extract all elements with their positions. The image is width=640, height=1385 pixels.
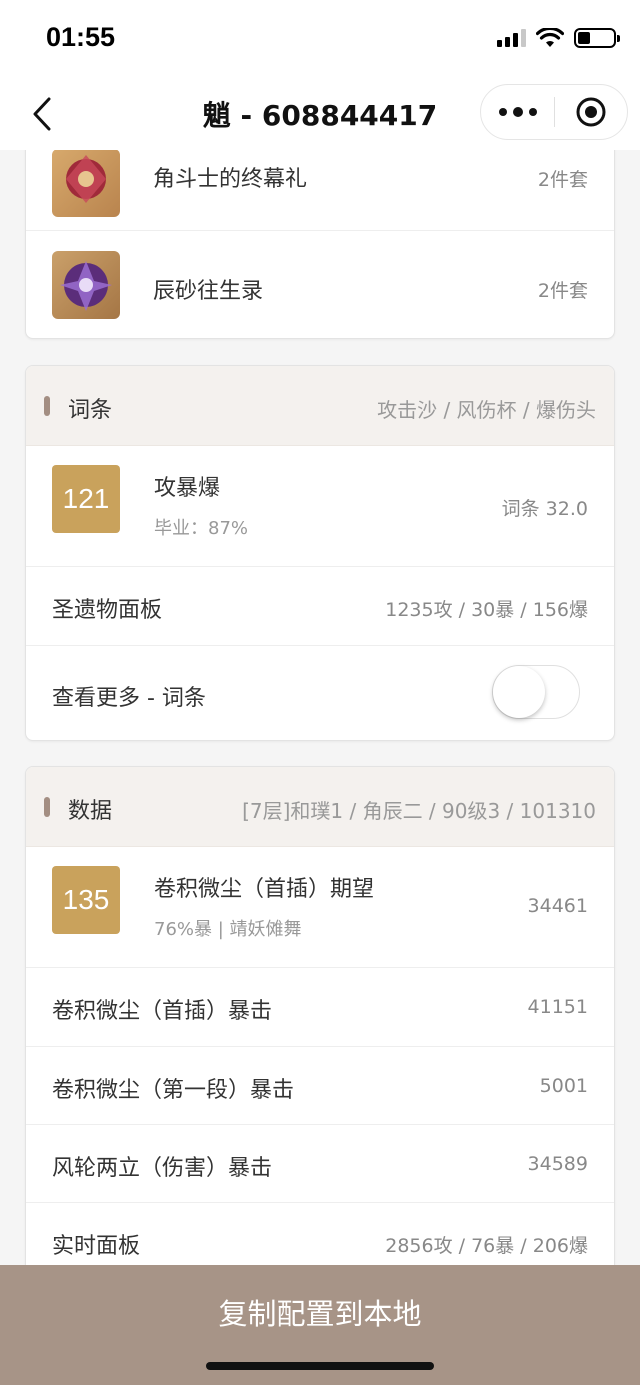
miniprogram-capsule [480,84,628,140]
panel-row: 圣遗物面板 1235攻 / 30暴 / 156爆 [26,567,614,646]
data-row: 卷积微尘（第一段）暴击 5001 [26,1047,614,1125]
card-summary: [7层]和璞1 / 角辰二 / 90级3 / 101310 [242,799,596,823]
card-title: 词条 [68,398,113,423]
substats-card: 词条 攻击沙 / 风伤杯 / 爆伤头 121 攻暴爆 毕业：87% 词条 32.… [25,365,615,741]
set-name: 辰砂往生录 [153,279,264,304]
score-sub-label: 76%暴 | 靖妖傩舞 [154,919,302,940]
wifi-icon [536,28,564,47]
data-row: 风轮两立（伤害）暴击 34589 [26,1125,614,1203]
more-row: 查看更多 - 词条 [26,646,614,740]
card-header: 数据 [7层]和璞1 / 角辰二 / 90级3 / 101310 [26,767,614,847]
data-row-label: 卷积微尘（第一段）暴击 [52,1078,295,1103]
battery-icon [574,28,620,48]
card-header: 词条 攻击沙 / 风伤杯 / 爆伤头 [26,366,614,446]
set-name: 角斗士的终幕礼 [153,167,308,192]
gladiator-artifact-icon [52,150,120,217]
card-summary: 攻击沙 / 风伤杯 / 爆伤头 [377,398,596,422]
card-title: 数据 [68,799,113,824]
score-value: 词条 32.0 [501,498,588,520]
set-row[interactable]: 辰砂往生录 2件套 [26,231,614,338]
set-count: 2件套 [537,169,588,191]
status-bar: 01:55 [0,0,640,78]
set-row[interactable]: 角斗士的终幕礼 2件套 [26,150,614,231]
toggle-knob [493,666,545,718]
score-main-label: 攻暴爆 [154,476,221,501]
panel-label: 圣遗物面板 [52,598,163,623]
data-row: 实时面板 2856攻 / 76暴 / 206爆 [26,1203,614,1265]
cinnabar-artifact-icon [52,251,120,319]
data-row-value: 41151 [527,996,588,1018]
score-badge: 135 [52,866,120,934]
data-card: 数据 [7层]和璞1 / 角辰二 / 90级3 / 101310 135 卷积微… [25,766,615,1265]
score-value: 34461 [527,895,588,917]
bottom-action-bar: 复制配置到本地 [0,1265,640,1385]
more-label: 查看更多 - 词条 [52,686,206,711]
close-miniprogram-button[interactable] [555,96,627,128]
set-count: 2件套 [537,280,588,302]
copy-config-button[interactable]: 复制配置到本地 [0,1291,640,1333]
more-toggle[interactable] [492,665,580,719]
data-row-value: 34589 [527,1153,588,1175]
score-row: 121 攻暴爆 毕业：87% 词条 32.0 [26,446,614,567]
header-accent-bar [44,396,50,416]
data-row-label: 卷积微尘（首插）暴击 [52,999,273,1024]
artifact-sets-card: 角斗士的终幕礼 2件套 辰砂往生录 2件套 [25,150,615,339]
content-scroll[interactable]: 角斗士的终幕礼 2件套 辰砂往生录 2件套 词条 攻击沙 / 风伤杯 / 爆伤头… [0,150,640,1265]
more-menu-button[interactable] [481,107,554,117]
data-row-label: 实时面板 [52,1234,141,1259]
target-icon [576,97,606,127]
score-row: 135 卷积微尘（首插）期望 76%暴 | 靖妖傩舞 34461 [26,847,614,968]
data-row-value: 2856攻 / 76暴 / 206爆 [385,1235,588,1257]
panel-value: 1235攻 / 30暴 / 156爆 [385,599,588,621]
header-accent-bar [44,797,50,817]
status-time: 01:55 [46,22,116,52]
data-row: 卷积微尘（首插）暴击 41151 [26,968,614,1047]
data-row-label: 风轮两立（伤害）暴击 [52,1156,273,1181]
nav-bar: 魈 - 608844417 [0,78,640,150]
score-main-label: 卷积微尘（首插）期望 [154,877,375,902]
score-badge: 121 [52,465,120,533]
score-sub-label: 毕业：87% [154,518,249,539]
status-icons [497,28,620,48]
home-indicator [206,1362,434,1370]
cellular-signal-icon [497,29,526,47]
data-row-value: 5001 [539,1075,588,1097]
